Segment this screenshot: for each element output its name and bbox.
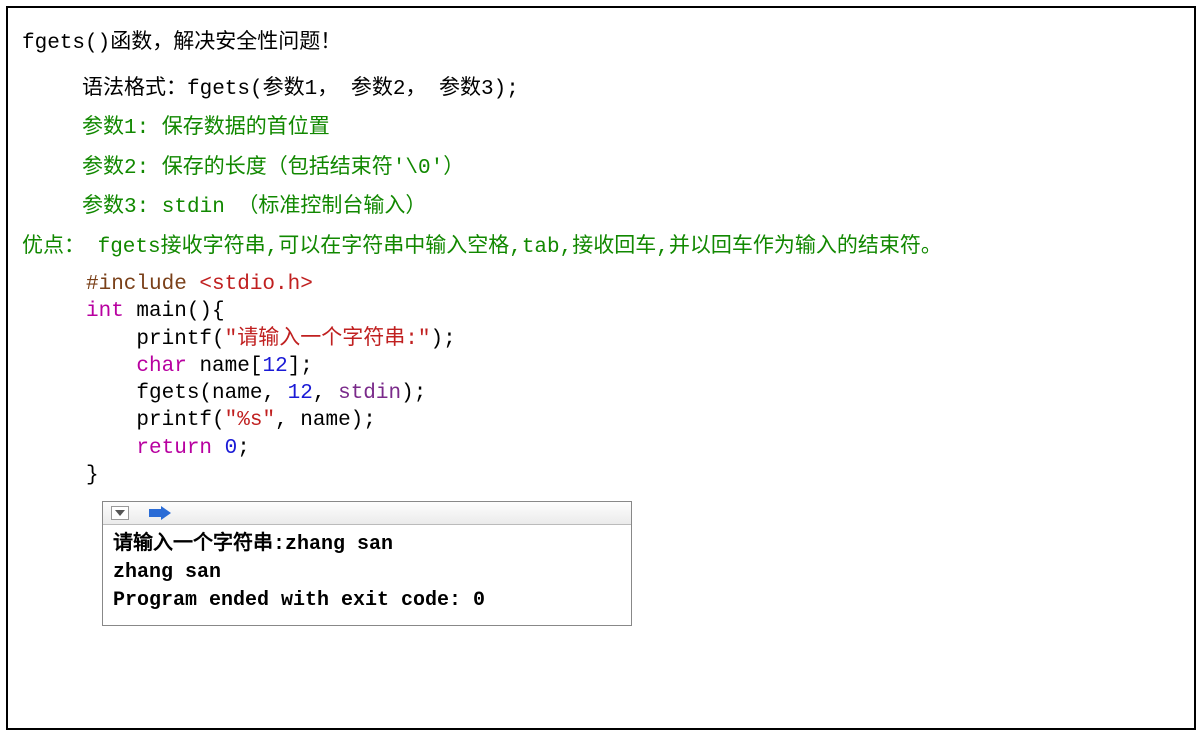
code-l7-sp bbox=[212, 437, 225, 460]
syntax-text: 语法格式：fgets(参数1， 参数2， 参数3); bbox=[82, 78, 519, 101]
code-num-12b: 12 bbox=[288, 382, 313, 405]
code-close-brace: } bbox=[86, 464, 99, 487]
title-line: fgets()函数，解决安全性问题！ bbox=[22, 26, 1180, 60]
code-kw-int: int bbox=[86, 300, 124, 323]
code-include: <stdio.h> bbox=[199, 273, 312, 296]
arrow-right-icon[interactable] bbox=[149, 506, 171, 520]
code-l5-end: ); bbox=[401, 382, 426, 405]
param1-line: 参数1: 保存数据的首位置 bbox=[82, 113, 1180, 145]
code-name-decl: name[ bbox=[187, 355, 263, 378]
code-fgets: fgets(name, bbox=[136, 382, 287, 405]
syntax-line: 语法格式：fgets(参数1， 参数2， 参数3); bbox=[82, 72, 1180, 106]
console-panel: 请输入一个字符串:zhang san zhang san Program end… bbox=[102, 501, 632, 626]
code-main: main(){ bbox=[124, 300, 225, 323]
console-line1: 请输入一个字符串:zhang san bbox=[113, 533, 393, 556]
code-kw-char: char bbox=[136, 355, 186, 378]
advantage-line: 优点： fgets接收字符串,可以在字符串中输入空格,tab,接收回车,并以回车… bbox=[22, 232, 1180, 264]
code-block: #include <stdio.h> int main(){ printf( "请… bbox=[86, 271, 1180, 489]
code-printf1: printf bbox=[136, 328, 212, 351]
console-line2: zhang san bbox=[113, 561, 221, 584]
dropdown-icon[interactable] bbox=[111, 506, 129, 520]
code-l7-end: ; bbox=[237, 437, 250, 460]
console-output: 请输入一个字符串:zhang san zhang san Program end… bbox=[103, 525, 631, 625]
title-text: fgets()函数，解决安全性问题！ bbox=[22, 32, 341, 55]
code-str1: "请输入一个字符串:" bbox=[225, 328, 431, 351]
code-printf2: printf( bbox=[136, 409, 224, 432]
code-l6-end: , name); bbox=[275, 409, 376, 432]
code-num-12a: 12 bbox=[262, 355, 287, 378]
code-preproc: #include bbox=[86, 273, 199, 296]
param3-line: 参数3: stdin （标准控制台输入） bbox=[82, 192, 1180, 224]
code-l4-end: ]; bbox=[288, 355, 313, 378]
document-frame: fgets()函数，解决安全性问题！ 语法格式：fgets(参数1， 参数2， … bbox=[6, 6, 1196, 730]
code-stdin: stdin bbox=[338, 382, 401, 405]
param2-line: 参数2: 保存的长度（包括结束符'\0'） bbox=[82, 153, 1180, 185]
code-kw-return: return bbox=[136, 437, 212, 460]
code-l5-mid: , bbox=[313, 382, 338, 405]
code-str2: "%s" bbox=[225, 409, 275, 432]
code-num-0: 0 bbox=[225, 437, 238, 460]
code-l3-end: ); bbox=[430, 328, 455, 351]
console-toolbar bbox=[103, 502, 631, 525]
console-line3: Program ended with exit code: 0 bbox=[113, 589, 485, 612]
